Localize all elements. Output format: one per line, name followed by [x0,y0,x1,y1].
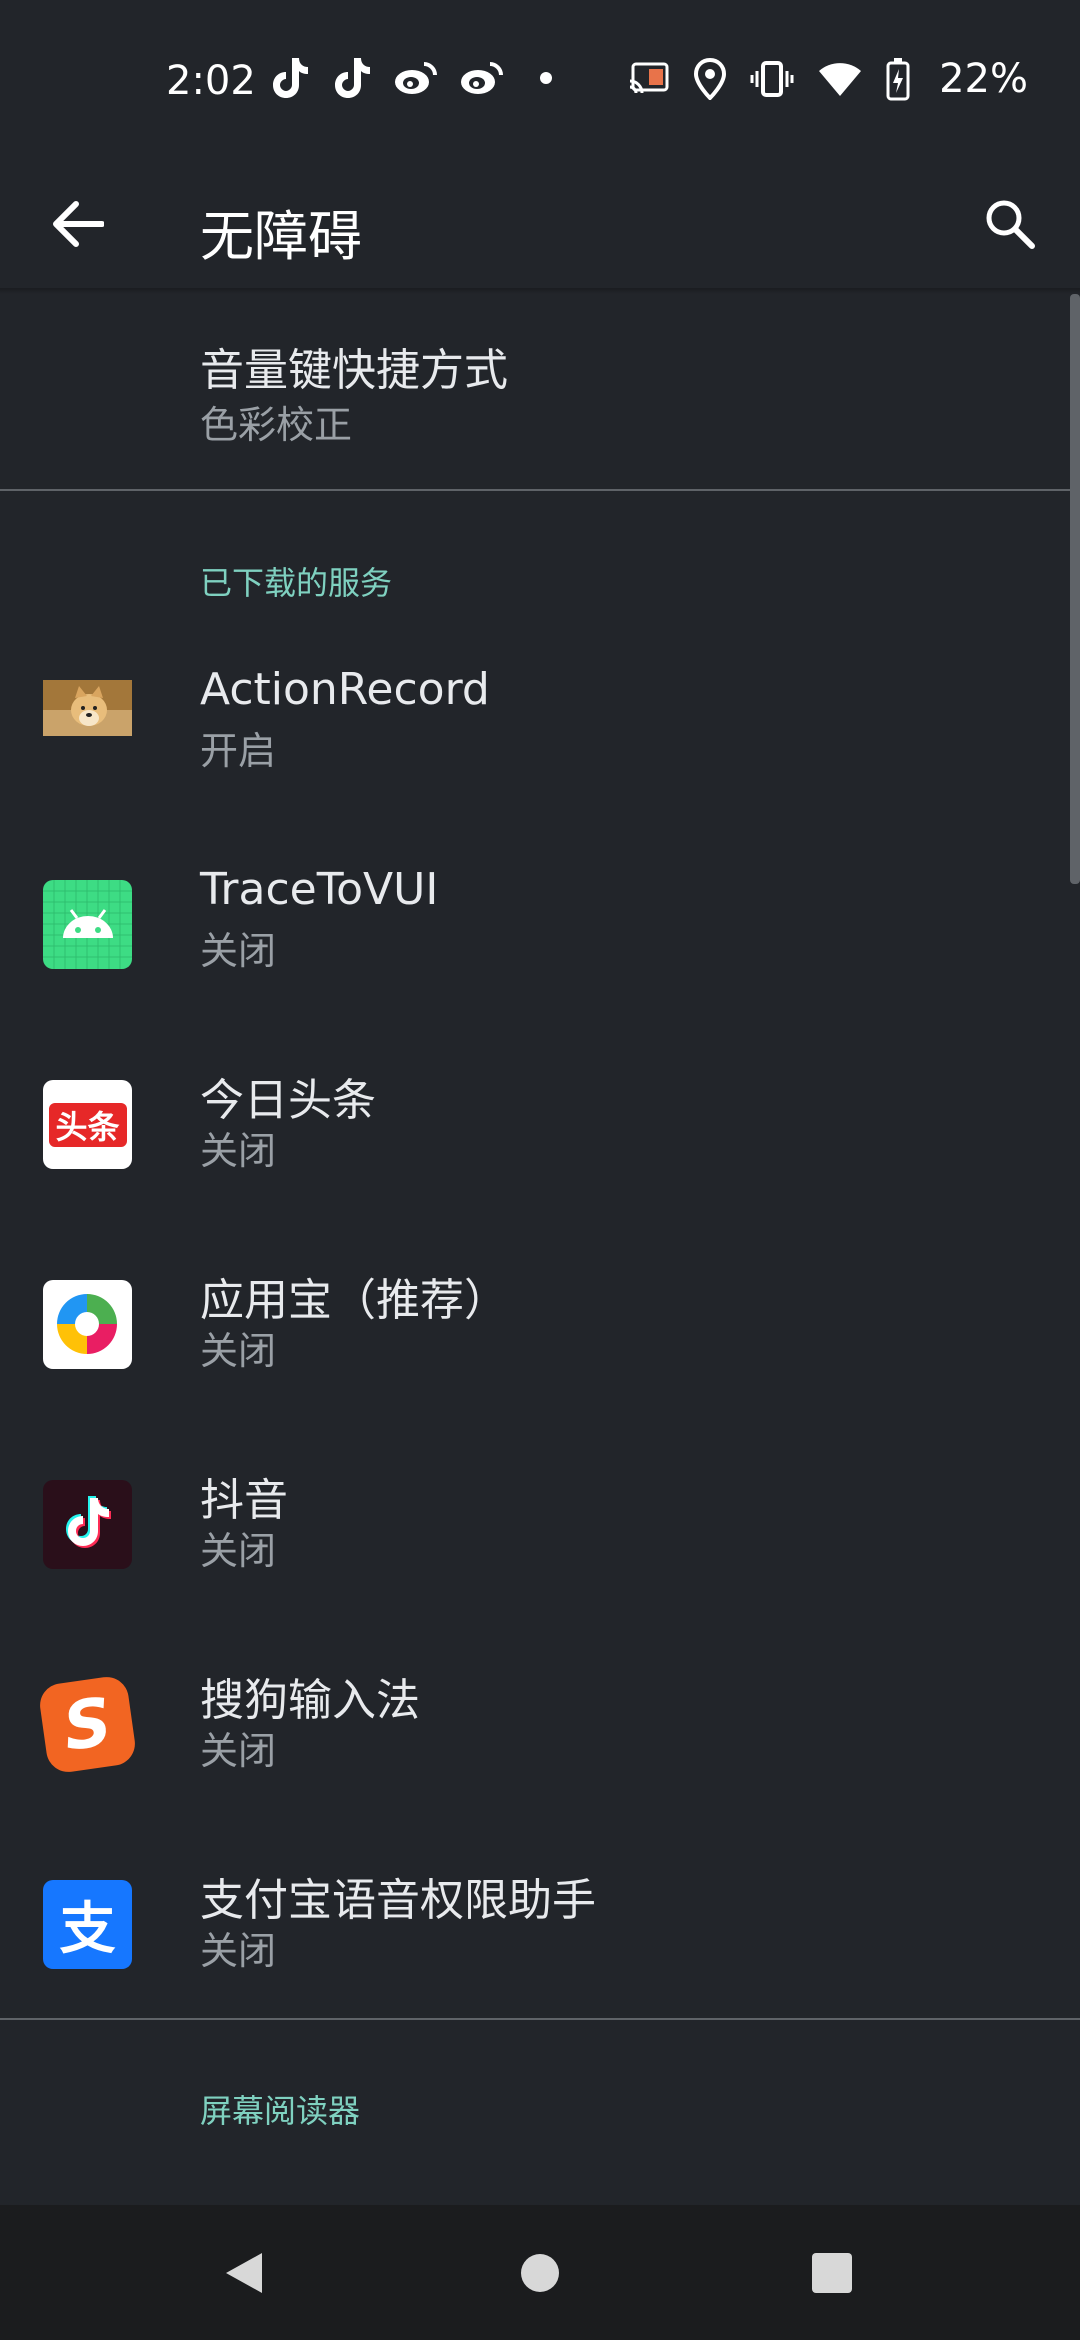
doge-photo-icon [43,680,132,736]
service-item-tracetovui[interactable]: TraceToVUI 关闭 [0,824,1070,1024]
service-item-yingyongbao[interactable]: 应用宝（推荐） 关闭 [0,1224,1070,1424]
service-title: TraceToVUI [200,864,439,915]
service-item-sogou[interactable]: S 搜狗输入法 关闭 [0,1624,1070,1824]
service-title: 抖音 [200,1475,288,1526]
nav-recents-button[interactable] [752,2205,912,2340]
sogou-logo-text: S [58,1683,117,1766]
service-item-toutiao[interactable]: 头条 今日头条 关闭 [0,1024,1070,1224]
douyin-icon [43,1480,132,1569]
battery-percent: 22% [939,56,1028,102]
status-bar: 2:02 22% [0,0,1080,168]
section-header-downloaded: 已下载的服务 [200,564,393,602]
service-title: 支付宝语音权限助手 [200,1875,596,1926]
nav-recents-icon [812,2252,852,2293]
service-title: 应用宝（推荐） [200,1275,508,1326]
sogou-icon: S [37,1674,138,1775]
nav-back-icon [226,2252,262,2293]
service-status: 关闭 [200,1329,277,1373]
settings-list: 音量键快捷方式 色彩校正 已下载的服务 ActionRecord 开启 Trac… [0,294,1080,2204]
toutiao-icon: 头条 [43,1080,132,1169]
android-icon [43,880,132,969]
service-title: ActionRecord [200,664,490,715]
nav-home-button[interactable] [460,2205,620,2340]
service-status: 关闭 [200,1929,277,1973]
item-summary: 色彩校正 [200,403,353,447]
service-status: 关闭 [200,1129,277,1173]
back-button[interactable] [42,188,114,260]
section-header-screen-reader: 屏幕阅读器 [200,2092,361,2130]
accessibility-settings-screen: 2:02 22% 无障碍 音量键快捷方式 色彩校正 已下载的服务 ActionR… [0,0,1080,2340]
navigation-bar [0,2205,1080,2340]
vibrate-icon [750,61,794,97]
wifi-icon [819,63,862,96]
search-icon [986,200,1035,249]
tiktok-icon [273,58,308,98]
alipay-logo-text: 支 [59,1897,116,1962]
cast-icon [629,62,669,94]
scrollbar[interactable] [1070,294,1080,884]
system-icons: 22% [627,56,1028,102]
service-status: 关闭 [200,1729,277,1773]
toutiao-logo-text: 头条 [48,1102,127,1147]
app-bar: 无障碍 [0,168,1080,290]
dot-icon [540,72,552,84]
weibo-icon [461,62,503,94]
tiktok-icon [335,58,370,98]
service-item-douyin[interactable]: 抖音 关闭 [0,1424,1070,1624]
divider [0,2018,1080,2020]
item-title: 音量键快捷方式 [200,345,508,396]
service-status: 开启 [200,729,277,773]
service-item-alipay[interactable]: 支 支付宝语音权限助手 关闭 [0,1824,1070,2024]
service-status: 关闭 [200,929,277,973]
yingyongbao-icon [43,1280,132,1369]
service-title: 搜狗输入法 [200,1675,420,1726]
service-status: 关闭 [200,1529,277,1573]
battery-charging-icon [886,58,910,101]
search-button[interactable] [970,184,1050,264]
nav-home-icon [521,2253,559,2292]
alipay-icon: 支 [43,1880,132,1969]
service-title: 今日头条 [200,1075,376,1126]
page-title: 无障碍 [200,205,362,268]
status-time: 2:02 [166,58,256,104]
location-icon [694,58,727,100]
nav-back-button[interactable] [164,2205,324,2340]
weibo-icon [395,62,437,94]
divider [0,489,1080,491]
arrow-back-icon [53,201,104,247]
volume-key-shortcut-item[interactable]: 音量键快捷方式 色彩校正 [0,294,1070,490]
notification-icons [270,56,566,100]
service-item-actionrecord[interactable]: ActionRecord 开启 [0,624,1070,824]
